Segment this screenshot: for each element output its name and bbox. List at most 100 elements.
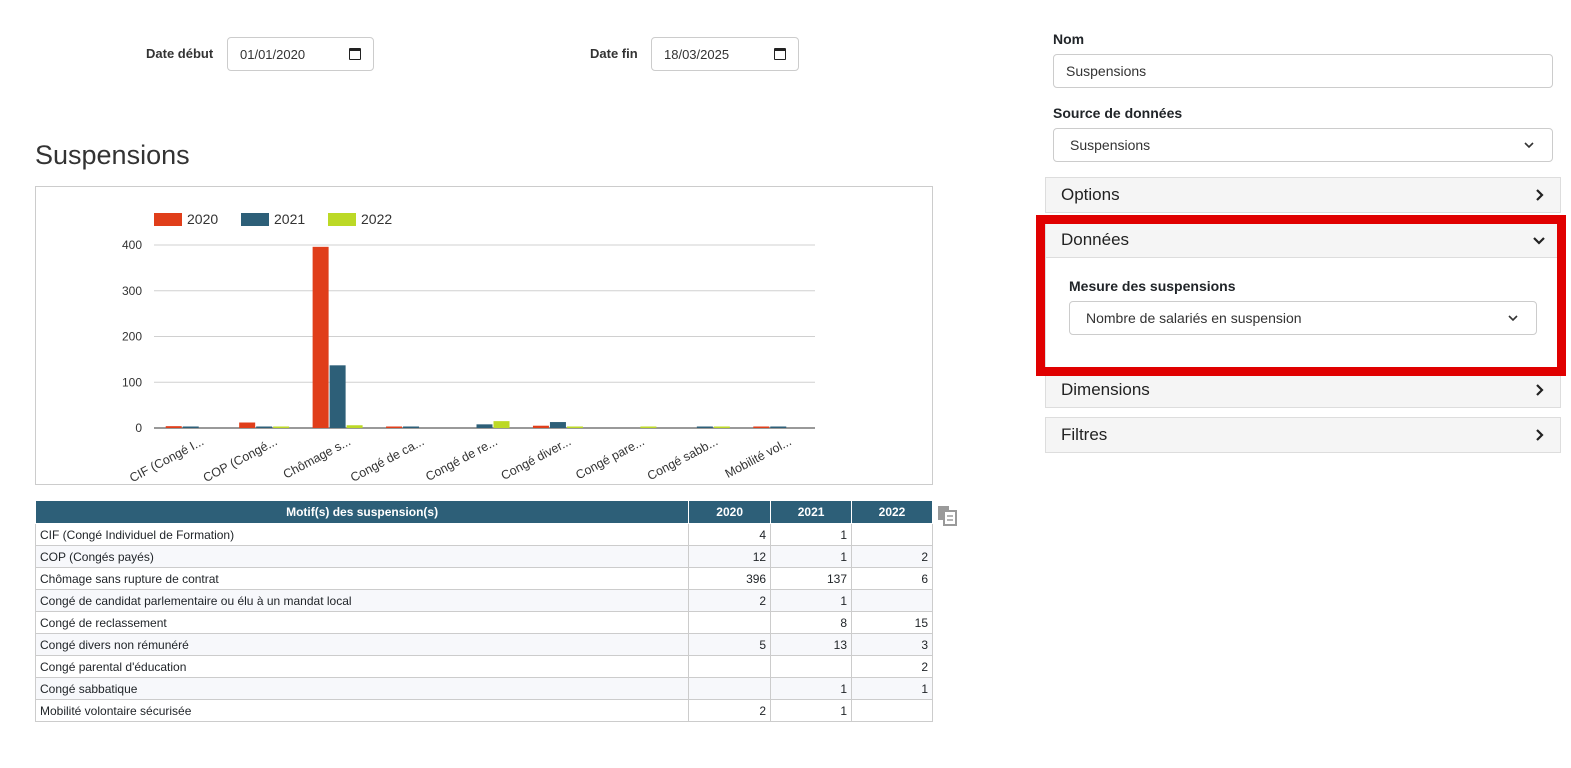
table-cell-motif: Mobilité volontaire sécurisée [34,699,690,722]
table-cell-value: 1 [770,545,853,568]
chevron-down-icon [1533,237,1545,245]
calendar-icon[interactable] [774,48,786,60]
end-date-value: 18/03/2025 [664,46,730,62]
table-cell-value: 6 [851,567,933,590]
bar-2020 [312,246,329,428]
table-cell-value [688,677,772,700]
table-cell-motif: Congé de reclassement [34,611,690,634]
column-header-2021[interactable]: 2021 [770,500,853,524]
table-cell-value: 137 [770,567,853,590]
bar-2021 [549,422,566,428]
bar-2020 [165,426,182,428]
table-cell-motif: Chômage sans rupture de contrat [34,567,690,590]
bar-2021 [329,365,346,428]
table-cell-value: 396 [688,567,772,590]
table-cell-motif: Congé divers non rémunéré [34,633,690,656]
bar-2022 [493,421,510,428]
x-tick-label: Congé de ca... [348,434,426,484]
table-cell-value: 2 [688,589,772,612]
chevron-right-icon [1536,189,1544,201]
chevron-down-icon [1524,142,1534,149]
end-date-label: Date fin [590,46,638,61]
table-row: Congé de candidat parlementaire ou élu à… [34,589,933,612]
table-header-row: Motif(s) des suspension(s) 2020 2021 202… [34,500,933,524]
accordion-dimensions[interactable]: Dimensions [1045,372,1561,408]
accordion-filtres[interactable]: Filtres [1045,417,1561,453]
table-cell-value: 15 [851,611,933,634]
column-header-2022[interactable]: 2022 [851,500,933,524]
legend-label-2020: 2020 [187,211,218,227]
table-row: Congé parental d'éducation 2 [34,655,933,678]
x-tick-label: Congé pare... [573,434,646,482]
bar-2022 [346,425,363,428]
table-row: CIF (Congé Individuel de Formation) 4 1 [34,523,933,546]
table-row: COP (Congés payés) 12 1 2 [34,545,933,568]
y-tick-label: 200 [122,330,142,344]
table-cell-value: 1 [851,677,933,700]
accordion-options[interactable]: Options [1045,177,1561,213]
bar-chart: 0 100 200 300 400 CIF (Congé I...COP (Congé..… [122,211,815,485]
name-label: Nom [1053,31,1085,47]
table-cell-motif: Congé sabbatique [34,677,690,700]
column-header-2020[interactable]: 2020 [688,500,772,524]
accordion-options-label: Options [1061,185,1120,204]
x-tick-label: CIF (Congé I... [127,434,206,484]
name-input-value: Suspensions [1066,63,1147,79]
bar-2022 [640,426,657,428]
legend-swatch-2021 [241,213,269,226]
column-header-motif[interactable]: Motif(s) des suspension(s) [34,500,690,524]
table-cell-motif: Congé de candidat parlementaire ou élu à… [34,589,690,612]
start-date-input[interactable]: 01/01/2020 [227,37,374,71]
source-select-value: Suspensions [1070,137,1151,153]
table-cell-motif: Congé parental d'éducation [34,655,690,678]
y-tick-label: 300 [122,284,142,298]
data-table: Motif(s) des suspension(s) 2020 2021 202… [34,500,933,722]
table-row: Congé de reclassement 8 15 [34,611,933,634]
bar-2021 [770,426,787,428]
table-row: Congé sabbatique 1 1 [34,677,933,700]
measure-select[interactable]: Nombre de salariés en suspension [1069,301,1537,335]
end-date-input[interactable]: 18/03/2025 [651,37,799,71]
bar-2021 [182,426,199,428]
calendar-icon[interactable] [349,48,361,60]
table-cell-value: 1 [770,523,853,546]
bar-2020 [239,422,256,428]
chart-container: 0 100 200 300 400 CIF (Congé I... COP (Congé..… [35,186,933,485]
x-tick-label: COP (Congé... [201,434,280,484]
start-date-label: Date début [146,46,214,61]
table-cell-value: 3 [851,633,933,656]
table-cell-value: 2 [851,655,933,678]
accordion-donnees-label: Données [1061,230,1130,249]
y-tick-label: 0 [135,421,142,435]
table-row: Chômage sans rupture de contrat 396 137 6 [34,567,933,590]
measure-select-value: Nombre de salariés en suspension [1086,310,1302,326]
x-tick-label: Mobilité vol... [723,434,794,481]
x-tick-label: Congé diver... [499,434,574,483]
legend-swatch-2020 [154,213,182,226]
bar-2021 [476,424,493,428]
table-cell-value: 5 [688,633,772,656]
table-cell-value: 12 [688,545,772,568]
bar-2020 [753,426,770,428]
bar-2020 [532,425,549,428]
table-cell-motif: COP (Congés payés) [34,545,690,568]
y-tick-label: 400 [122,238,142,252]
start-date-value: 01/01/2020 [240,46,306,62]
bar-2022 [566,426,583,428]
copy-icon[interactable] [936,504,958,526]
name-input[interactable]: Suspensions [1053,54,1553,88]
bar-2021 [403,426,420,428]
chevron-down-icon [1508,315,1518,322]
accordion-dimensions-label: Dimensions [1061,380,1150,399]
bar-2020 [386,426,403,428]
measure-label: Mesure des suspensions [1069,278,1236,294]
table-cell-value [688,611,772,634]
accordion-donnees[interactable]: Données [1045,222,1561,258]
table-cell-value [851,523,933,546]
table-cell-value: 1 [770,699,853,722]
table-cell-value: 2 [851,545,933,568]
table-row: Congé divers non rémunéré 5 13 3 [34,633,933,656]
chevron-right-icon [1536,384,1544,396]
bar-2021 [696,426,713,428]
source-select[interactable]: Suspensions [1053,128,1553,162]
